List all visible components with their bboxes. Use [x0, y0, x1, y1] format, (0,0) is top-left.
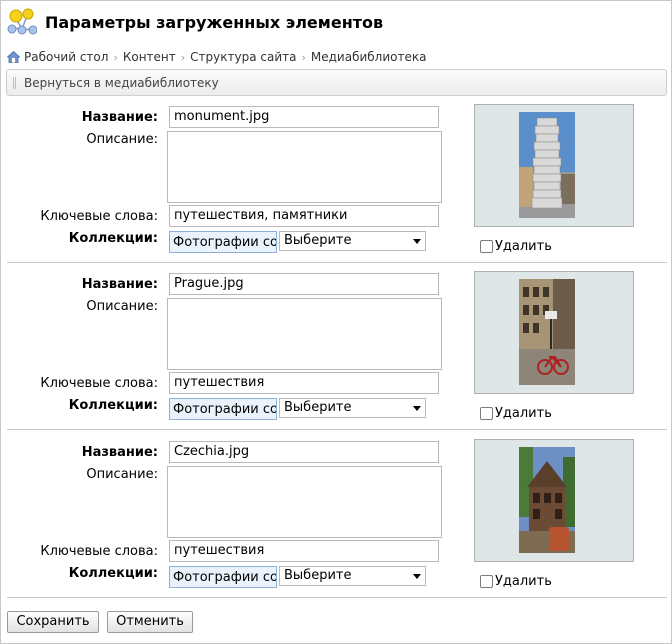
collection-select-value: Выберите — [284, 233, 352, 248]
back-to-medialibrary-link[interactable]: Вернуться в медиабиблиотеку — [24, 76, 219, 90]
delete-checkbox-row[interactable]: Удалить — [480, 574, 552, 589]
image-preview — [474, 271, 634, 394]
collections-label: Коллекции: — [68, 398, 158, 413]
title-bar: Параметры загруженных элементов — [0, 0, 670, 44]
delete-label: Удалить — [495, 574, 552, 589]
breadcrumb-separator: › — [301, 50, 306, 64]
collection-tag[interactable]: Фотографии со — [169, 231, 277, 253]
keywords-label: Ключевые слова: — [40, 376, 158, 391]
toolbar-grip — [13, 77, 16, 89]
breadcrumb-separator: › — [113, 50, 118, 64]
breadcrumb-item-desktop[interactable]: Рабочий стол — [24, 50, 108, 64]
prague-thumbnail — [519, 279, 575, 385]
breadcrumb-item-site-structure[interactable]: Структура сайта — [190, 50, 296, 64]
name-input[interactable]: Czechia.jpg — [169, 441, 439, 463]
description-textarea[interactable] — [167, 131, 442, 203]
app-logo-icon — [7, 8, 37, 35]
toolbar: Вернуться в медиабиблиотеку — [6, 69, 667, 96]
name-input[interactable]: monument.jpg — [169, 106, 439, 128]
page-title: Параметры загруженных элементов — [45, 13, 384, 32]
collection-select[interactable]: Выберите — [279, 231, 426, 251]
keywords-label: Ключевые слова: — [40, 209, 158, 224]
delete-label: Удалить — [495, 406, 552, 421]
save-button[interactable]: Сохранить — [7, 611, 99, 633]
collection-select-value: Выберите — [284, 568, 352, 583]
delete-checkbox-row[interactable]: Удалить — [480, 239, 552, 254]
breadcrumb-separator: › — [180, 50, 186, 64]
collection-select-value: Выберите — [284, 400, 352, 415]
keywords-input[interactable]: путешествия, памятники — [169, 205, 439, 227]
description-label: Описание: — [86, 299, 158, 314]
name-label: Название: — [81, 277, 158, 292]
delete-checkbox[interactable] — [480, 407, 493, 420]
upload-item-2: Название: Prague.jpg Описание: Ключевые … — [7, 270, 667, 430]
collections-label: Коллекции: — [68, 231, 158, 246]
home-icon[interactable] — [7, 51, 20, 63]
breadcrumb-item-medialibrary[interactable]: Медиабиблиотека — [311, 50, 427, 64]
collections-label: Коллекции: — [68, 566, 158, 581]
delete-label: Удалить — [495, 239, 552, 254]
delete-checkbox[interactable] — [480, 240, 493, 253]
chevron-down-icon — [413, 239, 421, 244]
keywords-input[interactable]: путешествия — [169, 372, 439, 394]
cancel-button[interactable]: Отменить — [107, 611, 193, 633]
name-label: Название: — [81, 110, 158, 125]
keywords-input[interactable]: путешествия — [169, 540, 439, 562]
breadcrumb-item-content[interactable]: Контент — [123, 50, 176, 64]
description-label: Описание: — [86, 467, 158, 482]
description-textarea[interactable] — [167, 466, 442, 538]
upload-item-1: Название: monument.jpg Описание: Ключевы… — [7, 103, 667, 263]
image-preview — [474, 104, 634, 227]
collection-tag[interactable]: Фотографии со — [169, 566, 277, 588]
name-label: Название: — [81, 445, 158, 460]
name-input[interactable]: Prague.jpg — [169, 273, 439, 295]
collection-select[interactable]: Выберите — [279, 398, 426, 418]
czechia-thumbnail — [519, 447, 575, 553]
keywords-label: Ключевые слова: — [40, 544, 158, 559]
delete-checkbox-row[interactable]: Удалить — [480, 406, 552, 421]
collection-tag[interactable]: Фотографии со — [169, 398, 277, 420]
chevron-down-icon — [413, 574, 421, 579]
monument-thumbnail — [519, 112, 575, 218]
breadcrumb: Рабочий стол › Контент › Структура сайта… — [7, 49, 426, 65]
upload-item-3: Название: Czechia.jpg Описание: Ключевые… — [7, 438, 667, 598]
description-label: Описание: — [86, 132, 158, 147]
chevron-down-icon — [413, 406, 421, 411]
image-preview — [474, 439, 634, 562]
delete-checkbox[interactable] — [480, 575, 493, 588]
collection-select[interactable]: Выберите — [279, 566, 426, 586]
description-textarea[interactable] — [167, 298, 442, 370]
